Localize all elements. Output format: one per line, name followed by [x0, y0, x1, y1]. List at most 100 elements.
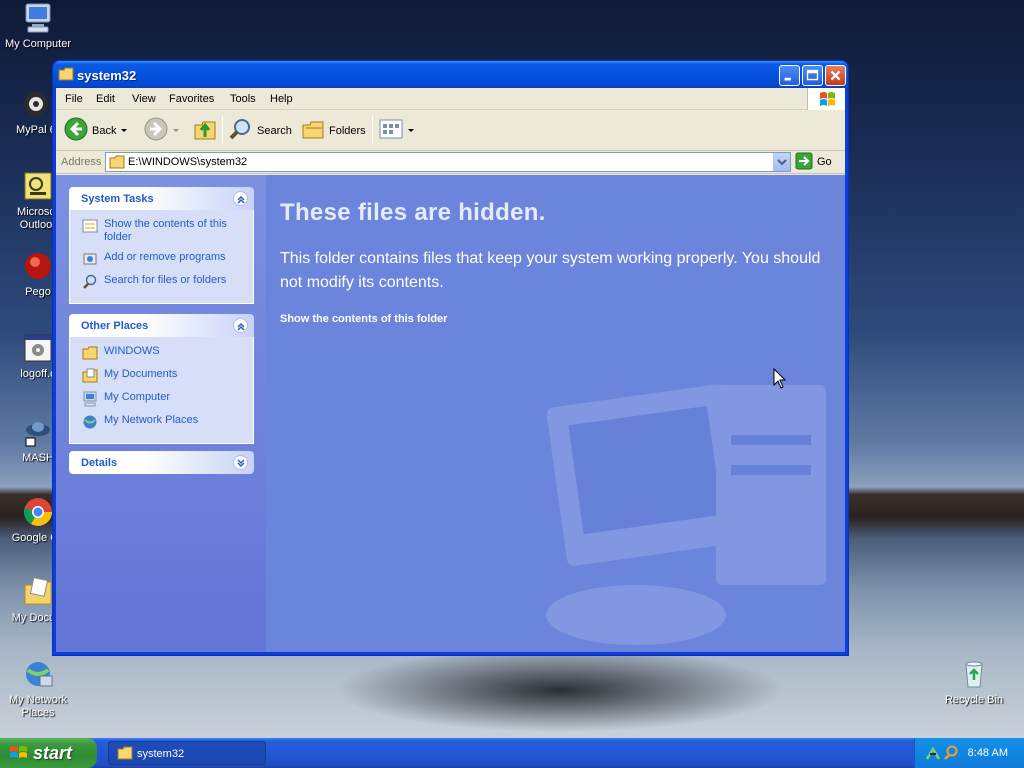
- views-icon: [379, 118, 403, 143]
- main-pane: These files are hidden. This folder cont…: [266, 175, 845, 652]
- folder-icon: [109, 155, 125, 172]
- system-tasks-header[interactable]: System Tasks: [69, 187, 254, 210]
- chevron-up-icon[interactable]: [233, 191, 248, 206]
- close-button[interactable]: [825, 65, 846, 86]
- toolbar: Back Search Folders: [56, 110, 845, 151]
- other-place-my-network-places[interactable]: My Network Places: [82, 414, 245, 430]
- folder-icon: [58, 67, 74, 84]
- folders-button[interactable]: Folders: [301, 110, 366, 151]
- menu-tools[interactable]: Tools: [230, 93, 256, 105]
- windows-logo-icon: [9, 744, 29, 767]
- folder-content: System Tasks Show the contents of this f…: [56, 175, 845, 652]
- up-folder-icon: [193, 117, 217, 144]
- mouse-cursor-icon: [773, 367, 787, 393]
- desktop-icon-my-computer[interactable]: My Computer: [0, 2, 76, 51]
- mypal-icon: [20, 88, 52, 120]
- folder-icon: [117, 746, 133, 763]
- menu-file[interactable]: File: [65, 93, 83, 105]
- details-header[interactable]: Details: [69, 451, 254, 474]
- menu-edit[interactable]: Edit: [96, 93, 115, 105]
- other-places-panel: Other Places WINDOWS My Documents My Com…: [69, 314, 254, 444]
- recycle-bin-icon: [958, 658, 990, 690]
- chevron-down-icon[interactable]: [173, 129, 179, 132]
- desktop-icon-my-network-places[interactable]: My Network Places: [0, 658, 76, 720]
- address-value: E:\WINDOWS\system32: [128, 156, 248, 168]
- documents-folder-icon: [82, 368, 98, 384]
- search-icon: [229, 117, 253, 144]
- chevron-up-icon[interactable]: [233, 318, 248, 333]
- folder-view-icon: [82, 218, 98, 234]
- chrome-icon: [22, 496, 54, 528]
- start-button[interactable]: start: [0, 738, 97, 768]
- toolbar-separator: [222, 116, 223, 144]
- hidden-files-description: This folder contains files that keep you…: [280, 250, 821, 291]
- other-places-header[interactable]: Other Places: [69, 314, 254, 337]
- explorer-window: system32 File Edit View Favorites Tools …: [52, 60, 849, 656]
- views-button[interactable]: [379, 110, 414, 151]
- title-bar[interactable]: system32: [53, 61, 848, 88]
- details-panel: Details: [69, 451, 254, 474]
- show-contents-link[interactable]: Show the contents of this folder: [82, 218, 245, 244]
- go-arrow-icon: [795, 152, 813, 173]
- desktop-icon-label: Recycle Bin: [944, 694, 1004, 706]
- folders-icon: [301, 117, 325, 144]
- address-bar: Address E:\WINDOWS\system32 Go: [56, 151, 845, 174]
- network-icon: [22, 658, 54, 690]
- desktop-icon-label: My Network Places: [8, 694, 68, 719]
- close-icon: [830, 70, 841, 81]
- documents-folder-icon: [22, 576, 54, 608]
- up-folder-button[interactable]: [193, 110, 217, 151]
- maximize-button[interactable]: [802, 65, 823, 86]
- system-tasks-panel: System Tasks Show the contents of this f…: [69, 187, 254, 304]
- add-remove-icon: [82, 251, 98, 267]
- desktop-icon-label: Microsc Outloo: [17, 206, 55, 231]
- menu-favorites[interactable]: Favorites: [169, 93, 214, 105]
- task-pane: System Tasks Show the contents of this f…: [56, 175, 266, 652]
- menu-view[interactable]: View: [132, 93, 156, 105]
- desktop-icon-label: My Computer: [4, 38, 72, 50]
- maximize-icon: [806, 69, 819, 81]
- pego-icon: [22, 250, 54, 282]
- hidden-files-heading: These files are hidden.: [280, 199, 546, 226]
- system-tray: 8:48 AM: [914, 738, 1024, 768]
- computer-watermark-icon: [546, 375, 836, 652]
- minimize-button[interactable]: [779, 65, 800, 86]
- forward-button[interactable]: [144, 110, 179, 151]
- show-contents-link[interactable]: Show the contents of this folder: [280, 313, 447, 325]
- address-dropdown-button[interactable]: [773, 153, 790, 171]
- other-place-my-documents[interactable]: My Documents: [82, 368, 245, 384]
- go-button[interactable]: Go: [795, 152, 832, 172]
- chevron-down-icon[interactable]: [121, 129, 128, 132]
- system-tasks-body: Show the contents of this folder Add or …: [69, 210, 254, 304]
- chevron-down-icon[interactable]: [233, 455, 248, 470]
- add-remove-programs-link[interactable]: Add or remove programs: [82, 251, 245, 267]
- search-icon: [82, 274, 98, 290]
- chevron-down-icon: [777, 159, 787, 166]
- back-button[interactable]: Back: [64, 110, 128, 151]
- other-places-body: WINDOWS My Documents My Computer My Netw…: [69, 337, 254, 444]
- network-tray-icon[interactable]: [925, 745, 941, 764]
- address-input[interactable]: E:\WINDOWS\system32: [105, 152, 791, 172]
- other-place-windows[interactable]: WINDOWS: [82, 345, 245, 361]
- taskbar-button-system32[interactable]: system32: [108, 741, 266, 765]
- minimize-icon: [784, 77, 791, 81]
- search-files-link[interactable]: Search for files or folders: [82, 274, 245, 290]
- folder-icon: [82, 345, 98, 361]
- menu-help[interactable]: Help: [270, 93, 293, 105]
- search-button[interactable]: Search: [229, 110, 292, 151]
- chevron-down-icon[interactable]: [408, 129, 414, 132]
- address-label: Address: [61, 156, 102, 168]
- computer-icon: [82, 391, 98, 407]
- other-place-my-computer[interactable]: My Computer: [82, 391, 245, 407]
- forward-arrow-icon: [144, 117, 168, 144]
- outlook-icon: [22, 170, 54, 202]
- program-icon: [22, 332, 54, 364]
- mash-icon: [22, 416, 54, 448]
- search-tray-icon[interactable]: [943, 745, 959, 764]
- computer-icon: [22, 2, 54, 34]
- desktop-icon-recycle-bin[interactable]: Recycle Bin: [936, 658, 1012, 707]
- clock[interactable]: 8:48 AM: [968, 747, 1008, 759]
- windows-logo-icon: [807, 88, 845, 110]
- toolbar-separator: [372, 116, 373, 144]
- taskbar: start system32 8:48 AM: [0, 738, 1024, 768]
